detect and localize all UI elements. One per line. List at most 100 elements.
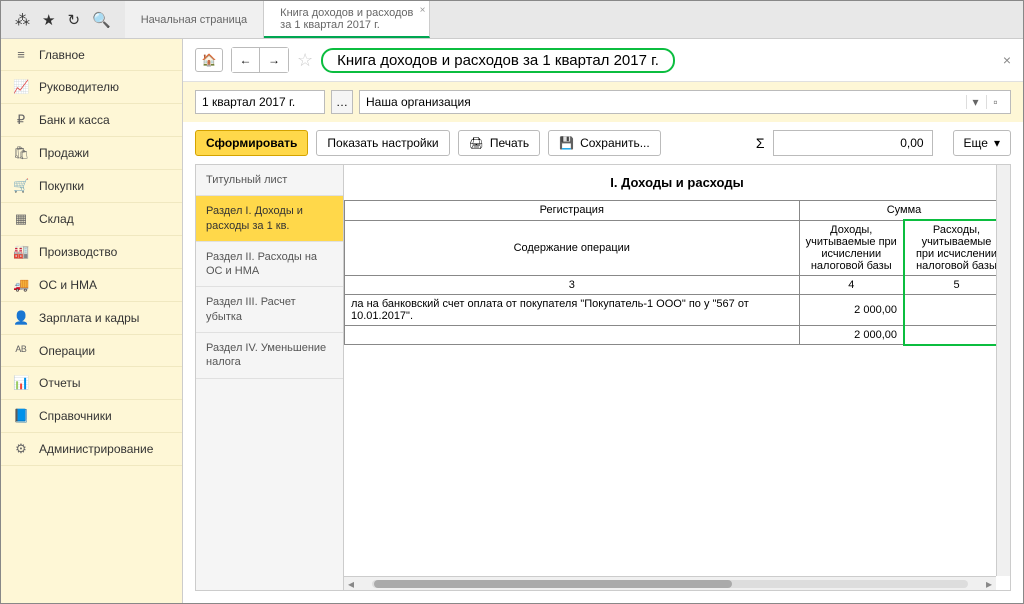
report-section-title: I. Доходы и расходы <box>344 165 1010 200</box>
open-icon[interactable]: ▫ <box>986 95 1004 109</box>
sidebar-item-manager[interactable]: 📈 Руководителю <box>1 71 182 104</box>
printer-icon: 🖨 <box>469 136 484 150</box>
section-tax-reduction[interactable]: Раздел IV. Уменьшение налога <box>196 333 343 379</box>
sidebar-item-main[interactable]: ≡ Главное <box>1 39 182 71</box>
period-picker-button[interactable]: … <box>331 90 353 114</box>
sigma-icon: Σ <box>756 135 765 151</box>
print-button[interactable]: 🖨Печать <box>458 130 541 156</box>
tab-label: Начальная страница <box>141 14 247 26</box>
sidebar-item-label: Продажи <box>39 146 89 160</box>
scroll-right-icon[interactable]: ▸ <box>982 577 996 591</box>
sidebar-item-admin[interactable]: ⚙ Администрирование <box>1 433 182 466</box>
menu-icon: ≡ <box>13 47 29 62</box>
sidebar-item-label: Главное <box>39 48 85 62</box>
header-registration: Регистрация <box>345 201 800 221</box>
sidebar-item-directories[interactable]: 📘 Справочники <box>1 400 182 433</box>
page-title: Книга доходов и расходов за 1 квартал 20… <box>321 48 675 73</box>
cart-icon: 🛒 <box>13 178 29 194</box>
scroll-left-icon[interactable]: ◂ <box>344 577 358 591</box>
history-icon[interactable]: ↻ <box>67 11 80 29</box>
sidebar-item-production[interactable]: 🏭 Производство <box>1 236 182 269</box>
header-content: Содержание операции <box>345 220 800 276</box>
sum-field[interactable]: 0,00 <box>773 130 933 156</box>
chart-icon: 📈 <box>13 79 29 95</box>
dropdown-icon[interactable]: ▾ <box>966 95 984 109</box>
sidebar-item-assets[interactable]: 🚚 ОС и НМА <box>1 269 182 302</box>
table-total-row: 2 000,00 <box>345 326 1010 345</box>
org-input[interactable]: Наша организация ▾ ▫ <box>359 90 1011 114</box>
sidebar-item-label: Операции <box>39 344 95 358</box>
cell-content: ла на банковский счет оплата от покупате… <box>345 295 800 326</box>
tab-label-line2: за 1 квартал 2017 г. <box>280 19 413 31</box>
apps-icon[interactable]: ⁂ <box>15 11 30 29</box>
table-row: ла на банковский счет оплата от покупате… <box>345 295 1010 326</box>
gear-icon: ⚙ <box>13 441 29 457</box>
sidebar-item-salary[interactable]: 👤 Зарплата и кадры <box>1 302 182 335</box>
floppy-icon: 💾 <box>559 136 574 150</box>
header-sum: Сумма <box>799 201 1009 221</box>
sections-list: Титульный лист Раздел I. Доходы и расход… <box>196 165 344 590</box>
sidebar-item-sales[interactable]: 🛍 Продажи <box>1 137 182 170</box>
close-page-button[interactable]: × <box>1003 52 1011 68</box>
tab-report[interactable]: Книга доходов и расходов за 1 квартал 20… <box>264 1 430 38</box>
person-icon: 👤 <box>13 310 29 326</box>
period-input[interactable]: 1 квартал 2017 г. <box>195 90 325 114</box>
forward-button[interactable]: → <box>260 48 288 72</box>
sidebar-item-bank[interactable]: ₽ Банк и касса <box>1 104 182 137</box>
search-icon[interactable]: 🔍 <box>92 11 111 29</box>
grid-icon: ▦ <box>13 211 29 227</box>
col-num-3: 3 <box>345 276 800 295</box>
sidebar-item-label: Отчеты <box>39 376 80 390</box>
cell-income: 2 000,00 <box>799 295 904 326</box>
tab-home[interactable]: Начальная страница <box>125 1 264 38</box>
back-button[interactable]: ← <box>232 48 260 72</box>
favorite-star-icon[interactable]: ☆ <box>297 50 313 71</box>
header-expense: Расходы, учитываемые при исчислении нало… <box>904 220 1009 276</box>
sidebar-item-label: Банк и касса <box>39 113 110 127</box>
more-button[interactable]: Еще▾ <box>953 130 1011 156</box>
sidebar-item-label: Склад <box>39 212 74 226</box>
sidebar-item-label: ОС и НМА <box>39 278 97 292</box>
report-table: Регистрация Сумма Содержание операции До… <box>344 200 1010 346</box>
section-asset-expenses[interactable]: Раздел II. Расходы на ОС и НМА <box>196 242 343 288</box>
sidebar-item-label: Производство <box>39 245 117 259</box>
star-icon[interactable]: ★ <box>42 11 55 29</box>
cell-total-label <box>345 326 800 345</box>
section-income-expense[interactable]: Раздел I. Доходы и расходы за 1 кв. <box>196 196 343 242</box>
report-body: I. Доходы и расходы Регистрация Сумма Со… <box>344 165 1010 590</box>
save-button[interactable]: 💾Сохранить... <box>548 130 661 156</box>
sidebar-item-warehouse[interactable]: ▦ Склад <box>1 203 182 236</box>
horizontal-scrollbar[interactable]: ◂ ▸ <box>344 576 996 590</box>
factory-icon: 🏭 <box>13 244 29 260</box>
ruble-icon: ₽ <box>13 112 29 128</box>
home-button[interactable]: 🏠 <box>195 48 223 72</box>
section-title-page[interactable]: Титульный лист <box>196 165 343 196</box>
tab-label-line1: Книга доходов и расходов <box>280 7 413 19</box>
cell-total-expense <box>904 326 1009 345</box>
sidebar-item-label: Зарплата и кадры <box>39 311 139 325</box>
col-num-5: 5 <box>904 276 1009 295</box>
sidebar-item-label: Администрирование <box>39 442 153 456</box>
sidebar-item-label: Справочники <box>39 409 112 423</box>
scroll-thumb[interactable] <box>374 580 732 588</box>
sidebar-item-purchases[interactable]: 🛒 Покупки <box>1 170 182 203</box>
bars-icon: 📊 <box>13 375 29 391</box>
cell-expense <box>904 295 1009 326</box>
sidebar-item-reports[interactable]: 📊 Отчеты <box>1 367 182 400</box>
col-num-4: 4 <box>799 276 904 295</box>
main-sidebar: ≡ Главное 📈 Руководителю ₽ Банк и касса 🛍 Пр… <box>1 39 183 603</box>
sidebar-item-label: Покупки <box>39 179 84 193</box>
truck-icon: 🚚 <box>13 277 29 293</box>
show-settings-button[interactable]: Показать настройки <box>316 130 449 156</box>
cell-total-income: 2 000,00 <box>799 326 904 345</box>
section-loss-calc[interactable]: Раздел III. Расчет убытка <box>196 287 343 333</box>
sidebar-item-label: Руководителю <box>39 80 119 94</box>
letters-icon: ᴬᴮ <box>13 343 29 358</box>
chevron-down-icon: ▾ <box>994 136 1000 150</box>
form-button[interactable]: Сформировать <box>195 130 308 156</box>
tab-close-icon[interactable]: × <box>420 5 426 16</box>
sidebar-item-operations[interactable]: ᴬᴮ Операции <box>1 335 182 367</box>
bag-icon: 🛍 <box>13 145 29 161</box>
vertical-scrollbar[interactable] <box>996 165 1010 576</box>
book-icon: 📘 <box>13 408 29 424</box>
